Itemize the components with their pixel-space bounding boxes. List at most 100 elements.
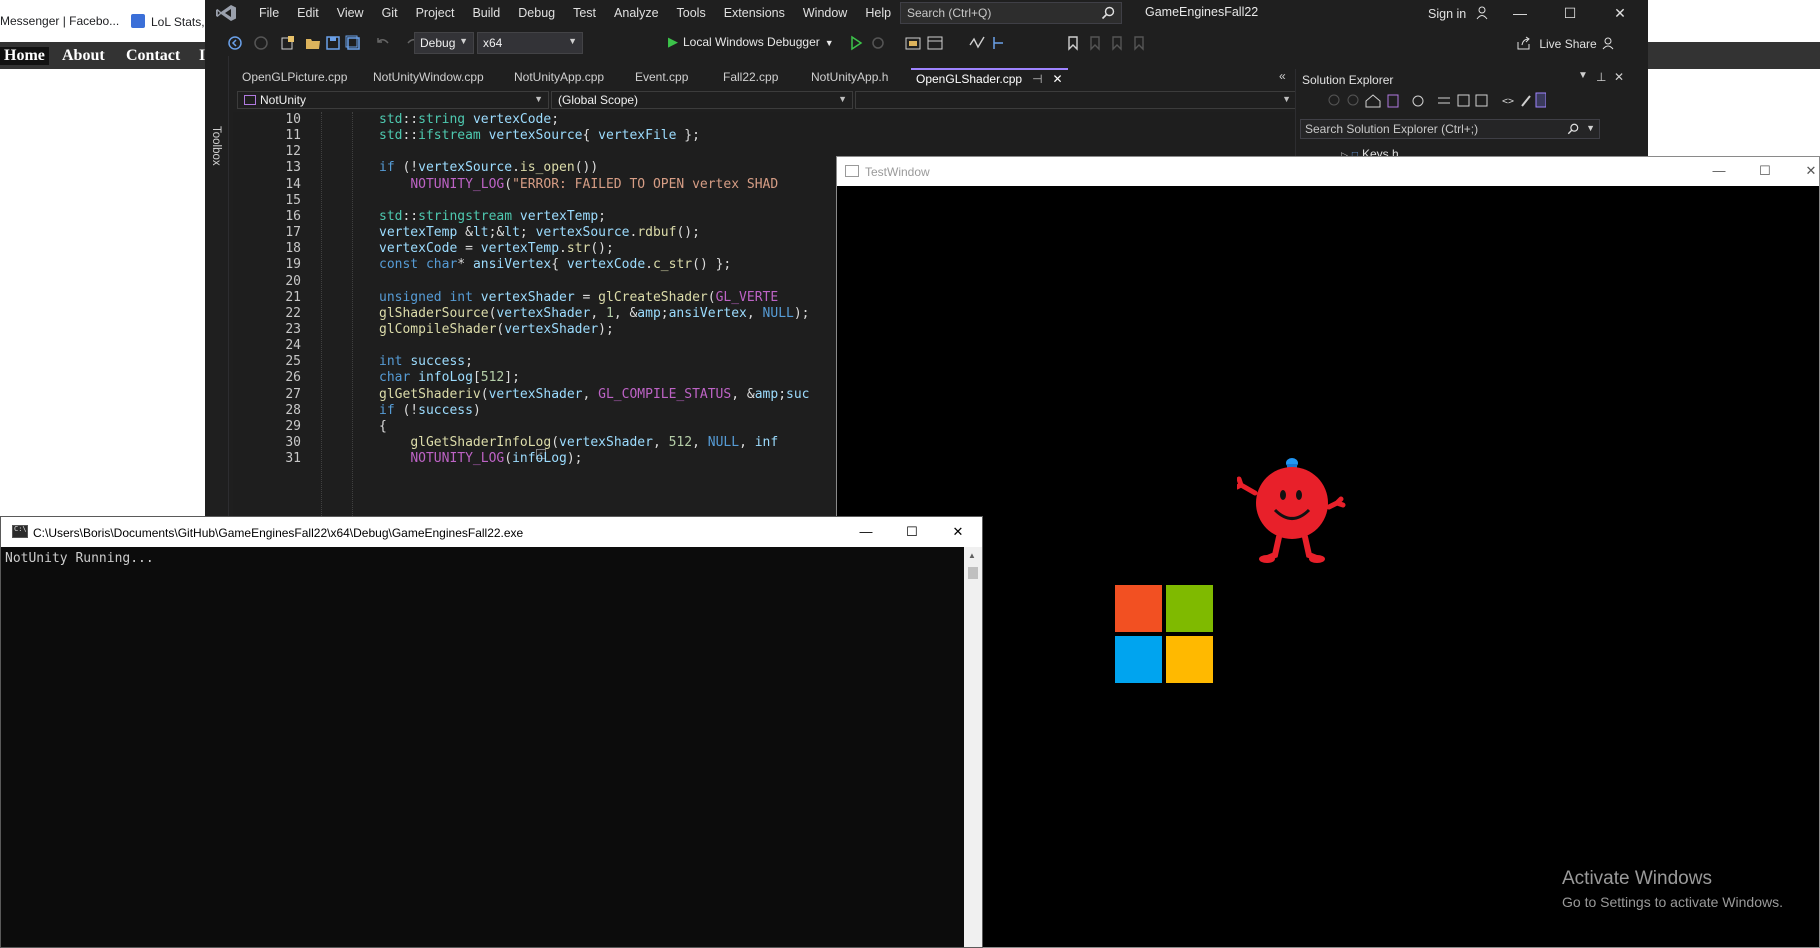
hot-reload-icon[interactable] bbox=[870, 35, 886, 51]
account-icon bbox=[1476, 6, 1488, 20]
menu-build[interactable]: Build bbox=[463, 5, 509, 21]
code-line[interactable]: glShaderSource(vertexShader, 1, &amp;ans… bbox=[379, 306, 810, 321]
bookmark-icon[interactable] bbox=[1065, 35, 1081, 51]
code-line[interactable]: std::string vertexCode; bbox=[379, 112, 559, 127]
menu-git[interactable]: Git bbox=[373, 5, 407, 21]
live-share-label: Live Share bbox=[1539, 37, 1597, 51]
code-line[interactable]: { bbox=[379, 419, 387, 434]
menu-test[interactable]: Test bbox=[564, 5, 605, 21]
console-title: C:\Users\Boris\Documents\GitHub\GameEngi… bbox=[33, 526, 524, 540]
nav-about[interactable]: About bbox=[62, 47, 105, 65]
clear-bookmarks-icon[interactable] bbox=[1131, 35, 1147, 51]
activate-subtitle: Go to Settings to activate Windows. bbox=[1562, 894, 1783, 910]
line-number: 23 bbox=[285, 321, 301, 337]
test-window-title: TestWindow bbox=[865, 165, 930, 179]
code-line[interactable]: if (!success) bbox=[379, 403, 481, 418]
live-share-button[interactable]: Live Share bbox=[1517, 36, 1597, 51]
tab-openglshader-cpp[interactable]: OpenGLShader.cpp ⊣ ✕ bbox=[911, 68, 1068, 88]
code-line[interactable]: unsigned int vertexShader = glCreateShad… bbox=[379, 290, 778, 305]
undo-icon[interactable] bbox=[375, 35, 391, 51]
bookmark-lol-stats[interactable]: LoL Stats, bbox=[131, 14, 205, 29]
code-line[interactable]: NOTUNITY_LOG(infoLog); bbox=[379, 451, 582, 466]
code-line[interactable]: std::stringstream vertexTemp; bbox=[379, 209, 606, 224]
tab-openglpicture-cpp[interactable]: OpenGLPicture.cpp bbox=[237, 68, 352, 88]
toolbox-panel-strip: Toolbox bbox=[205, 56, 229, 516]
feedback-icon[interactable] bbox=[1601, 35, 1617, 51]
solution-explorer-toolbar[interactable]: <> bbox=[1326, 91, 1546, 109]
scroll-thumb[interactable] bbox=[968, 567, 978, 579]
code-line[interactable]: glGetShaderiv(vertexShader, GL_COMPILE_S… bbox=[379, 387, 810, 402]
maximize-icon[interactable]: ☐ bbox=[904, 524, 920, 540]
code-line[interactable]: glCompileShader(vertexShader); bbox=[379, 322, 614, 337]
menu-tools[interactable]: Tools bbox=[668, 5, 715, 21]
maximize-icon[interactable]: ☐ bbox=[1757, 163, 1773, 179]
code-line[interactable]: NOTUNITY_LOG("ERROR: FAILED TO OPEN vert… bbox=[379, 177, 778, 192]
configuration-dropdown[interactable]: Debug ▼ bbox=[414, 32, 474, 54]
code-line[interactable]: vertexCode = vertexTemp.str(); bbox=[379, 241, 614, 256]
new-project-icon[interactable] bbox=[280, 35, 296, 51]
console-output[interactable]: NotUnity Running... bbox=[1, 547, 964, 947]
panel-menu-icon[interactable]: ▼ bbox=[1578, 70, 1588, 81]
platform-dropdown[interactable]: x64 ▼ bbox=[477, 32, 583, 54]
save-all-icon[interactable] bbox=[345, 35, 361, 51]
console-app-icon: C:\ bbox=[12, 525, 28, 538]
close-icon[interactable]: ✕ bbox=[1803, 163, 1819, 179]
back-navigation-icon[interactable] bbox=[227, 35, 243, 51]
maximize-icon[interactable]: ☐ bbox=[1561, 4, 1579, 22]
member-scope-dropdown[interactable]: ▼ bbox=[855, 91, 1297, 109]
minimize-icon[interactable]: — bbox=[1711, 163, 1727, 179]
code-line[interactable]: vertexTemp &lt;&lt; vertexSource.rdbuf()… bbox=[379, 225, 700, 240]
sign-in-link[interactable]: Sign in bbox=[1428, 6, 1490, 21]
menu-window[interactable]: Window bbox=[794, 5, 856, 21]
nav-contact[interactable]: Contact bbox=[126, 47, 180, 65]
step-into-icon[interactable] bbox=[991, 35, 1007, 51]
tab-fall22-cpp[interactable]: Fall22.cpp bbox=[718, 68, 783, 88]
pin-icon[interactable]: ⊥ bbox=[1596, 70, 1606, 84]
tab-event-cpp[interactable]: Event.cpp bbox=[630, 68, 693, 88]
code-line[interactable]: char infoLog[512]; bbox=[379, 370, 520, 385]
code-line[interactable]: if (!vertexSource.is_open()) bbox=[379, 160, 598, 175]
open-folder-icon[interactable] bbox=[305, 35, 321, 51]
minimize-icon[interactable]: — bbox=[858, 524, 874, 540]
code-line[interactable]: int success; bbox=[379, 354, 473, 369]
start-debugging-button[interactable]: ▶ Local Windows Debugger ▼ bbox=[668, 34, 834, 50]
minimize-icon[interactable]: — bbox=[1511, 4, 1529, 22]
code-line[interactable]: glGetShaderInfoLog(vertexShader, 512, NU… bbox=[379, 435, 778, 450]
toolbox-tab[interactable]: Toolbox bbox=[210, 126, 222, 166]
close-icon[interactable]: ✕ bbox=[950, 524, 966, 540]
tab-overflow-icon[interactable]: « bbox=[1279, 69, 1286, 83]
vs-search-box[interactable]: Search (Ctrl+Q) bbox=[900, 2, 1122, 24]
start-without-debugging-icon[interactable] bbox=[848, 35, 864, 51]
tab-notunityapp-h[interactable]: NotUnityApp.h bbox=[806, 68, 893, 88]
menu-edit[interactable]: Edit bbox=[288, 5, 328, 21]
scroll-up-icon[interactable]: ▲ bbox=[968, 551, 976, 560]
previous-bookmark-icon[interactable] bbox=[1087, 35, 1103, 51]
menu-project[interactable]: Project bbox=[407, 5, 464, 21]
code-line[interactable]: const char* ansiVertex{ vertexCode.c_str… bbox=[379, 257, 731, 272]
tab-notunitywindow-cpp[interactable]: NotUnityWindow.cpp bbox=[368, 68, 489, 88]
bookmark-messenger[interactable]: Messenger | Facebo... bbox=[0, 14, 119, 28]
console-scrollbar[interactable]: ▲ bbox=[964, 547, 982, 947]
close-icon[interactable]: ✕ bbox=[1611, 4, 1629, 22]
menu-file[interactable]: File bbox=[250, 5, 288, 21]
code-line[interactable]: std::ifstream vertexSource{ vertexFile }… bbox=[379, 128, 700, 143]
menu-debug[interactable]: Debug bbox=[509, 5, 564, 21]
menu-view[interactable]: View bbox=[328, 5, 373, 21]
browse-icon[interactable] bbox=[905, 35, 921, 51]
project-scope-dropdown[interactable]: NotUnity ▼ bbox=[237, 91, 549, 109]
next-bookmark-icon[interactable] bbox=[1109, 35, 1125, 51]
forward-navigation-icon[interactable] bbox=[253, 35, 269, 51]
nav-home[interactable]: Home bbox=[0, 47, 49, 65]
layout-icon[interactable] bbox=[927, 35, 943, 51]
close-icon[interactable]: ✕ bbox=[1614, 70, 1624, 84]
tab-notunityapp-cpp[interactable]: NotUnityApp.cpp bbox=[509, 68, 609, 88]
pin-icon[interactable]: ⊣ bbox=[1032, 72, 1042, 86]
save-icon[interactable] bbox=[325, 35, 341, 51]
close-tab-icon[interactable]: ✕ bbox=[1053, 72, 1063, 86]
menu-extensions[interactable]: Extensions bbox=[715, 5, 794, 21]
global-scope-dropdown[interactable]: (Global Scope) ▼ bbox=[551, 91, 853, 109]
menu-help[interactable]: Help bbox=[856, 5, 900, 21]
menu-analyze[interactable]: Analyze bbox=[605, 5, 667, 21]
solution-search-input[interactable]: Search Solution Explorer (Ctrl+;) ▼ bbox=[1300, 119, 1600, 139]
diagnostic-icon[interactable] bbox=[969, 35, 985, 51]
